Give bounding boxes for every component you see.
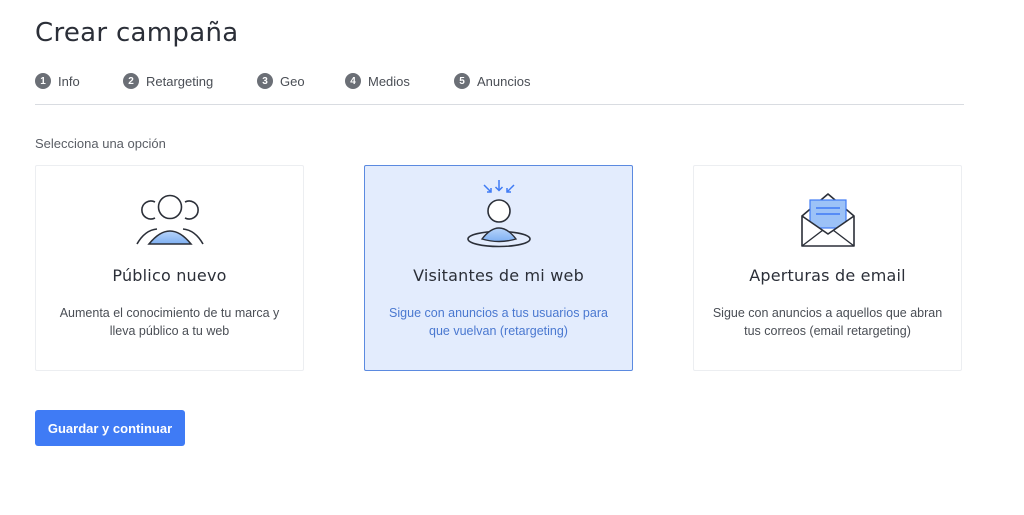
step-number: 4 (345, 73, 361, 89)
step-label: Geo (280, 73, 305, 89)
step-number: 5 (454, 73, 470, 89)
step-number: 3 (257, 73, 273, 89)
step-label: Retargeting (146, 73, 214, 89)
save-continue-button[interactable]: Guardar y continuar (35, 410, 185, 446)
option-title: Aperturas de email (749, 266, 906, 285)
step-label: Info (58, 73, 80, 89)
option-title: Público nuevo (112, 266, 227, 285)
step-label: Medios (368, 73, 410, 89)
page-title: Crear campaña (35, 18, 239, 48)
open-envelope-icon (800, 193, 855, 247)
step-geo[interactable]: 3 Geo (257, 72, 345, 90)
step-nav: 1 Info 2 Retargeting 3 Geo 4 Medios 5 An… (35, 72, 964, 105)
option-description: Aumenta el conocimiento de tu marca y ll… (59, 306, 280, 338)
step-anuncios[interactable]: 5 Anuncios (454, 72, 544, 90)
option-prompt: Selecciona una opción (35, 136, 166, 151)
step-number: 1 (35, 73, 51, 89)
step-label: Anuncios (477, 73, 531, 89)
option-card-email-opens[interactable]: Aperturas de email Sigue con anuncios a … (693, 165, 962, 371)
option-description: Sigue con anuncios a aquellos que abran … (712, 306, 943, 338)
option-card-web-visitors[interactable]: Visitantes de mi web Sigue con anuncios … (364, 165, 633, 371)
option-description: Sigue con anuncios a tus usuarios para q… (389, 306, 608, 338)
option-title: Visitantes de mi web (413, 266, 584, 285)
step-number: 2 (123, 73, 139, 89)
step-retargeting[interactable]: 2 Retargeting (123, 72, 257, 90)
step-info[interactable]: 1 Info (35, 72, 123, 90)
option-card-new-audience[interactable]: Público nuevo Aumenta el conocimiento de… (35, 165, 304, 371)
audience-group-icon (135, 194, 204, 245)
step-medios[interactable]: 4 Medios (345, 72, 454, 90)
returning-visitor-icon (466, 180, 531, 248)
